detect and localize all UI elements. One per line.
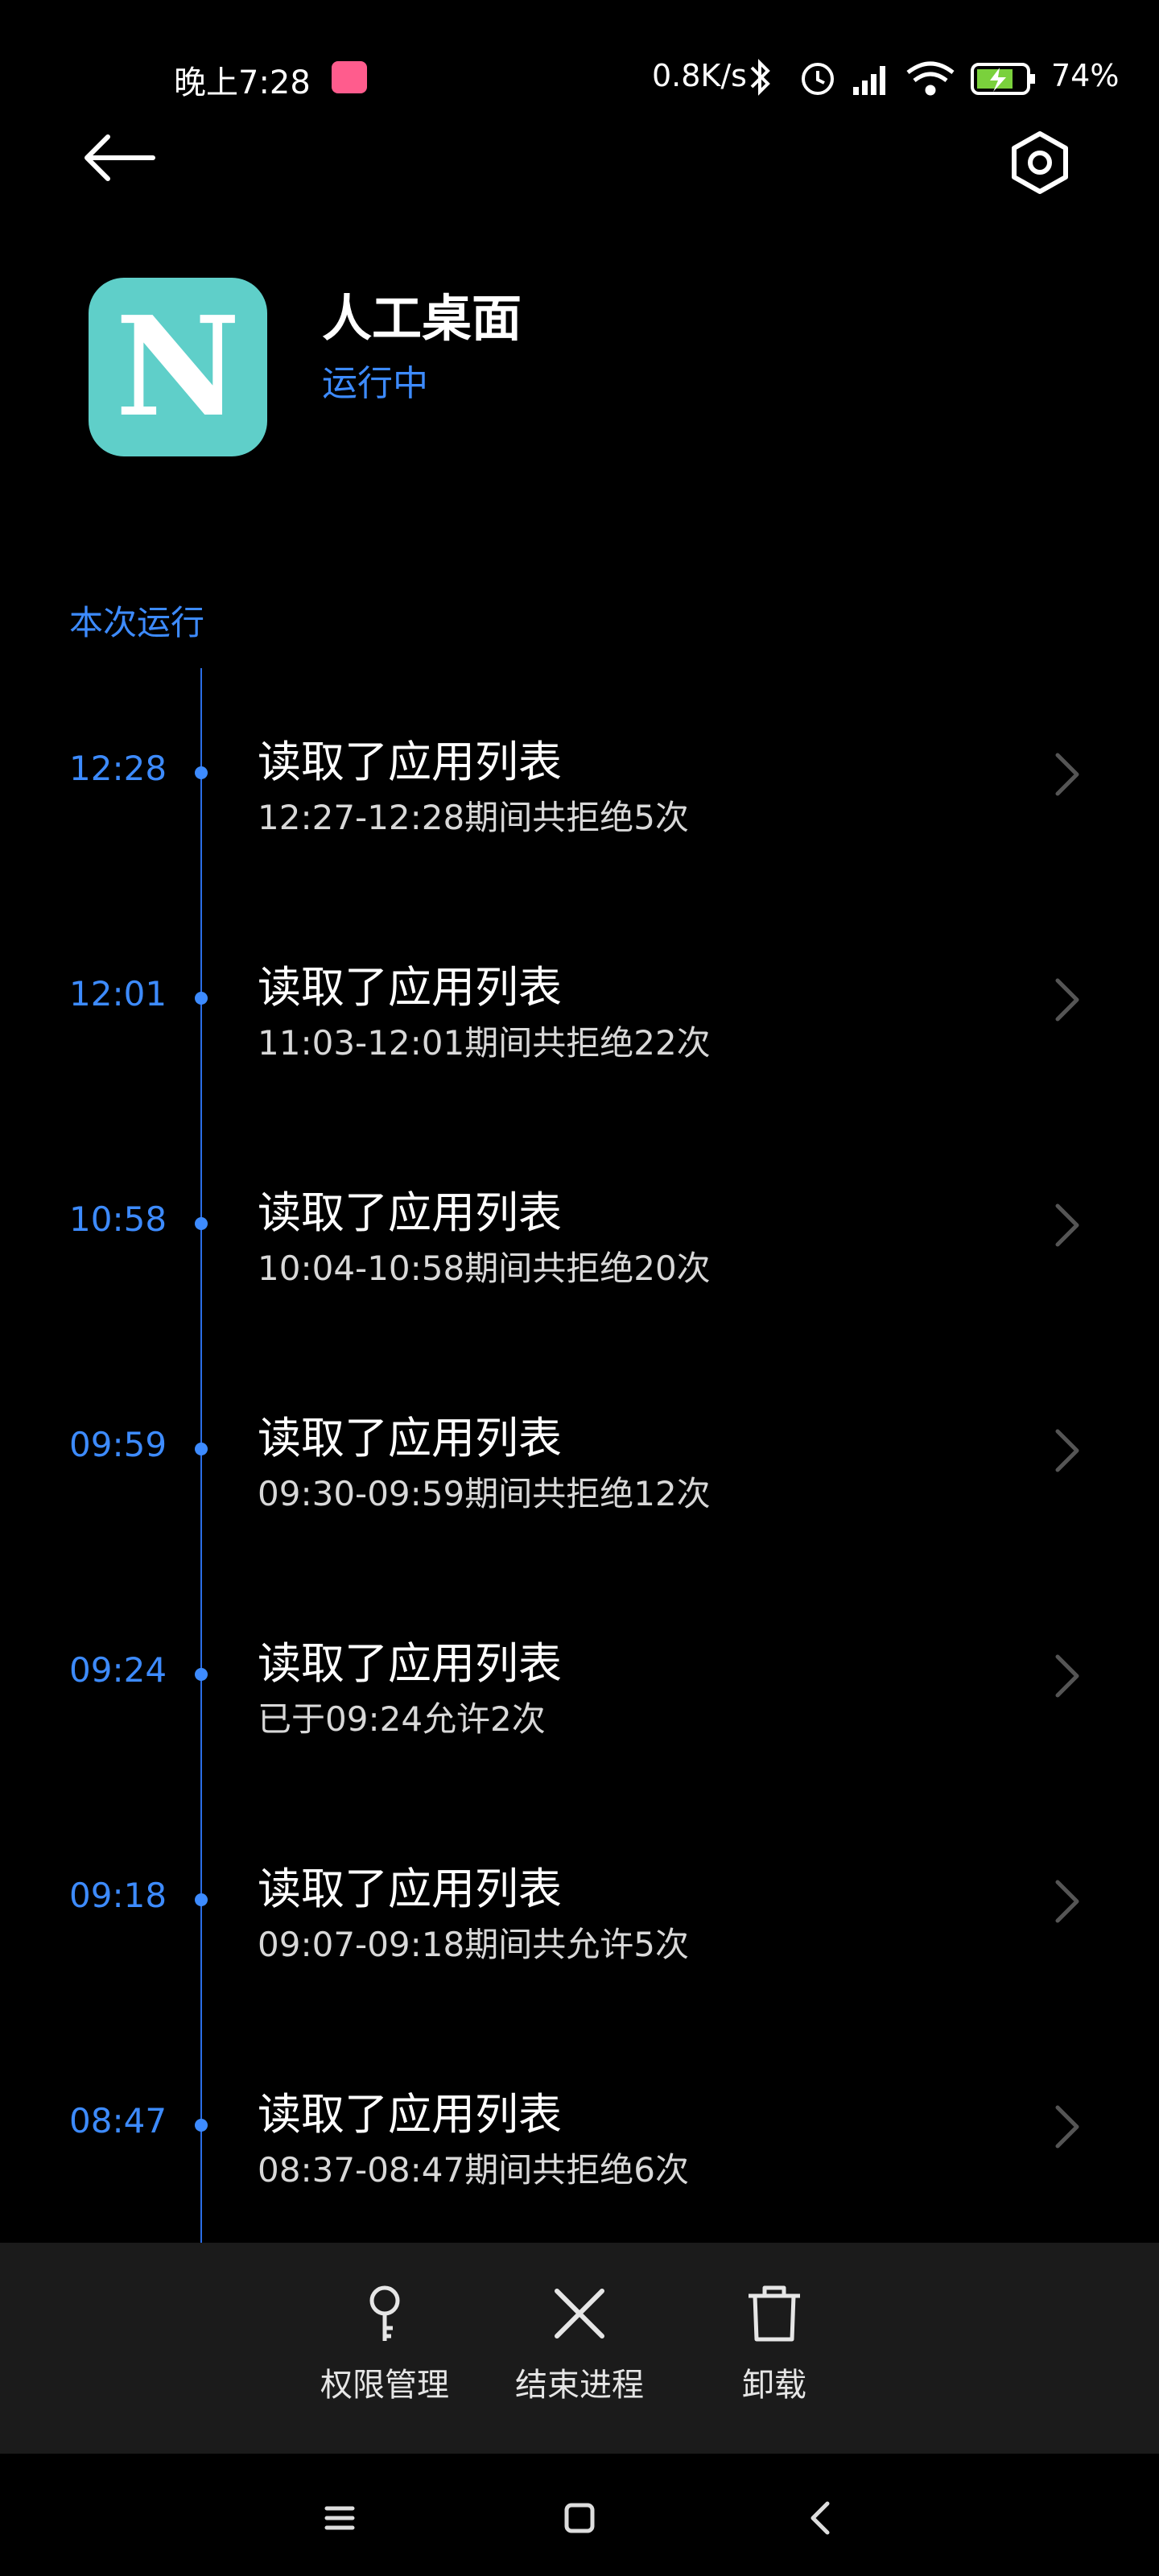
status-bar: 晚上7:28 0.8K/s 74% [0, 0, 1159, 153]
bluetooth-icon [750, 59, 770, 96]
event-time: 09:18 [69, 1876, 167, 1915]
timeline-row[interactable]: 09:59 读取了应用列表 09:30-09:59期间共拒绝12次 [0, 1352, 1159, 1578]
battery-charging-icon [971, 63, 1035, 95]
timeline-dot [195, 1893, 208, 1906]
back-nav-icon[interactable] [797, 2494, 845, 2542]
event-title: 读取了应用列表 [258, 1864, 562, 1914]
event-title: 读取了应用列表 [258, 1638, 562, 1689]
event-time: 09:24 [69, 1650, 167, 1690]
timeline-dot [195, 1668, 208, 1681]
back-arrow-icon[interactable] [80, 129, 158, 187]
timeline-dot [195, 2119, 208, 2132]
hd-signal-icon [853, 66, 885, 95]
wifi-icon [906, 61, 955, 96]
event-detail: 09:30-09:59期间共拒绝12次 [258, 1474, 711, 1513]
app-name: 人工桌面 [322, 289, 522, 348]
event-detail: 10:04-10:58期间共拒绝20次 [258, 1249, 711, 1288]
event-title: 读取了应用列表 [258, 1187, 562, 1238]
status-time: 晚上7:28 [174, 64, 311, 101]
key-icon [369, 2285, 400, 2341]
app-running-status: 运行中 [322, 363, 428, 404]
chevron-right-icon [1055, 2105, 1079, 2149]
timeline-row[interactable]: 09:24 读取了应用列表 已于09:24允许2次 [0, 1578, 1159, 1803]
bilibili-badge-icon [332, 61, 367, 93]
timeline-row[interactable]: 12:01 读取了应用列表 11:03-12:01期间共拒绝22次 [0, 902, 1159, 1127]
timeline-dot [195, 1217, 208, 1230]
chevron-right-icon [1055, 978, 1079, 1022]
alarm-icon [802, 63, 834, 95]
timeline-row[interactable]: 09:18 读取了应用列表 09:07-09:18期间共允许5次 [0, 1803, 1159, 2029]
event-title: 读取了应用列表 [258, 962, 562, 1013]
chevron-right-icon [1055, 753, 1079, 796]
event-detail: 11:03-12:01期间共拒绝22次 [258, 1023, 711, 1063]
permissions-label: 权限管理 [320, 2367, 449, 2404]
chevron-right-icon [1055, 1654, 1079, 1698]
event-time: 10:58 [69, 1199, 167, 1239]
close-icon [555, 2289, 604, 2339]
uninstall-button[interactable]: 卸载 [694, 2281, 855, 2418]
event-time: 12:28 [69, 749, 167, 788]
event-detail: 09:07-09:18期间共允许5次 [258, 1925, 689, 1964]
event-time: 09:59 [69, 1425, 167, 1464]
trash-icon [749, 2285, 800, 2342]
chevron-right-icon [1055, 1429, 1079, 1472]
event-title: 读取了应用列表 [258, 1413, 562, 1463]
timeline-row[interactable]: 08:47 读取了应用列表 08:37-08:47期间共拒绝6次 [0, 2029, 1159, 2254]
end-process-label: 结束进程 [515, 2367, 644, 2404]
event-time: 08:47 [69, 2101, 167, 2140]
settings-gear-icon[interactable] [1006, 129, 1074, 196]
event-detail: 已于09:24允许2次 [258, 1699, 546, 1739]
event-detail: 08:37-08:47期间共拒绝6次 [258, 2150, 689, 2190]
navigation-bar [0, 2454, 1159, 2576]
permissions-button[interactable]: 权限管理 [304, 2281, 465, 2418]
app-icon: N [89, 278, 267, 456]
event-title: 读取了应用列表 [258, 2089, 562, 2140]
menu-icon[interactable] [316, 2494, 364, 2542]
chevron-right-icon [1055, 1880, 1079, 1923]
event-detail: 12:27-12:28期间共拒绝5次 [258, 798, 689, 837]
chevron-right-icon [1055, 1203, 1079, 1247]
network-speed: 0.8K/s [652, 58, 747, 93]
uninstall-label: 卸载 [742, 2367, 806, 2404]
end-process-button[interactable]: 结束进程 [499, 2281, 660, 2418]
home-square-icon[interactable] [555, 2494, 604, 2542]
app-icon-letter: N [115, 287, 241, 448]
timeline-dot [195, 992, 208, 1005]
timeline-row[interactable]: 10:58 读取了应用列表 10:04-10:58期间共拒绝20次 [0, 1127, 1159, 1352]
battery-percent: 74% [1051, 58, 1120, 93]
timeline-dot [195, 766, 208, 779]
event-time: 12:01 [69, 974, 167, 1013]
action-bar: 权限管理 结束进程 卸载 [0, 2243, 1159, 2454]
timeline-dot [195, 1443, 208, 1455]
section-title: 本次运行 [69, 603, 205, 642]
event-title: 读取了应用列表 [258, 737, 562, 787]
status-icons [750, 59, 1035, 96]
timeline-row[interactable]: 12:28 读取了应用列表 12:27-12:28期间共拒绝5次 [0, 676, 1159, 902]
